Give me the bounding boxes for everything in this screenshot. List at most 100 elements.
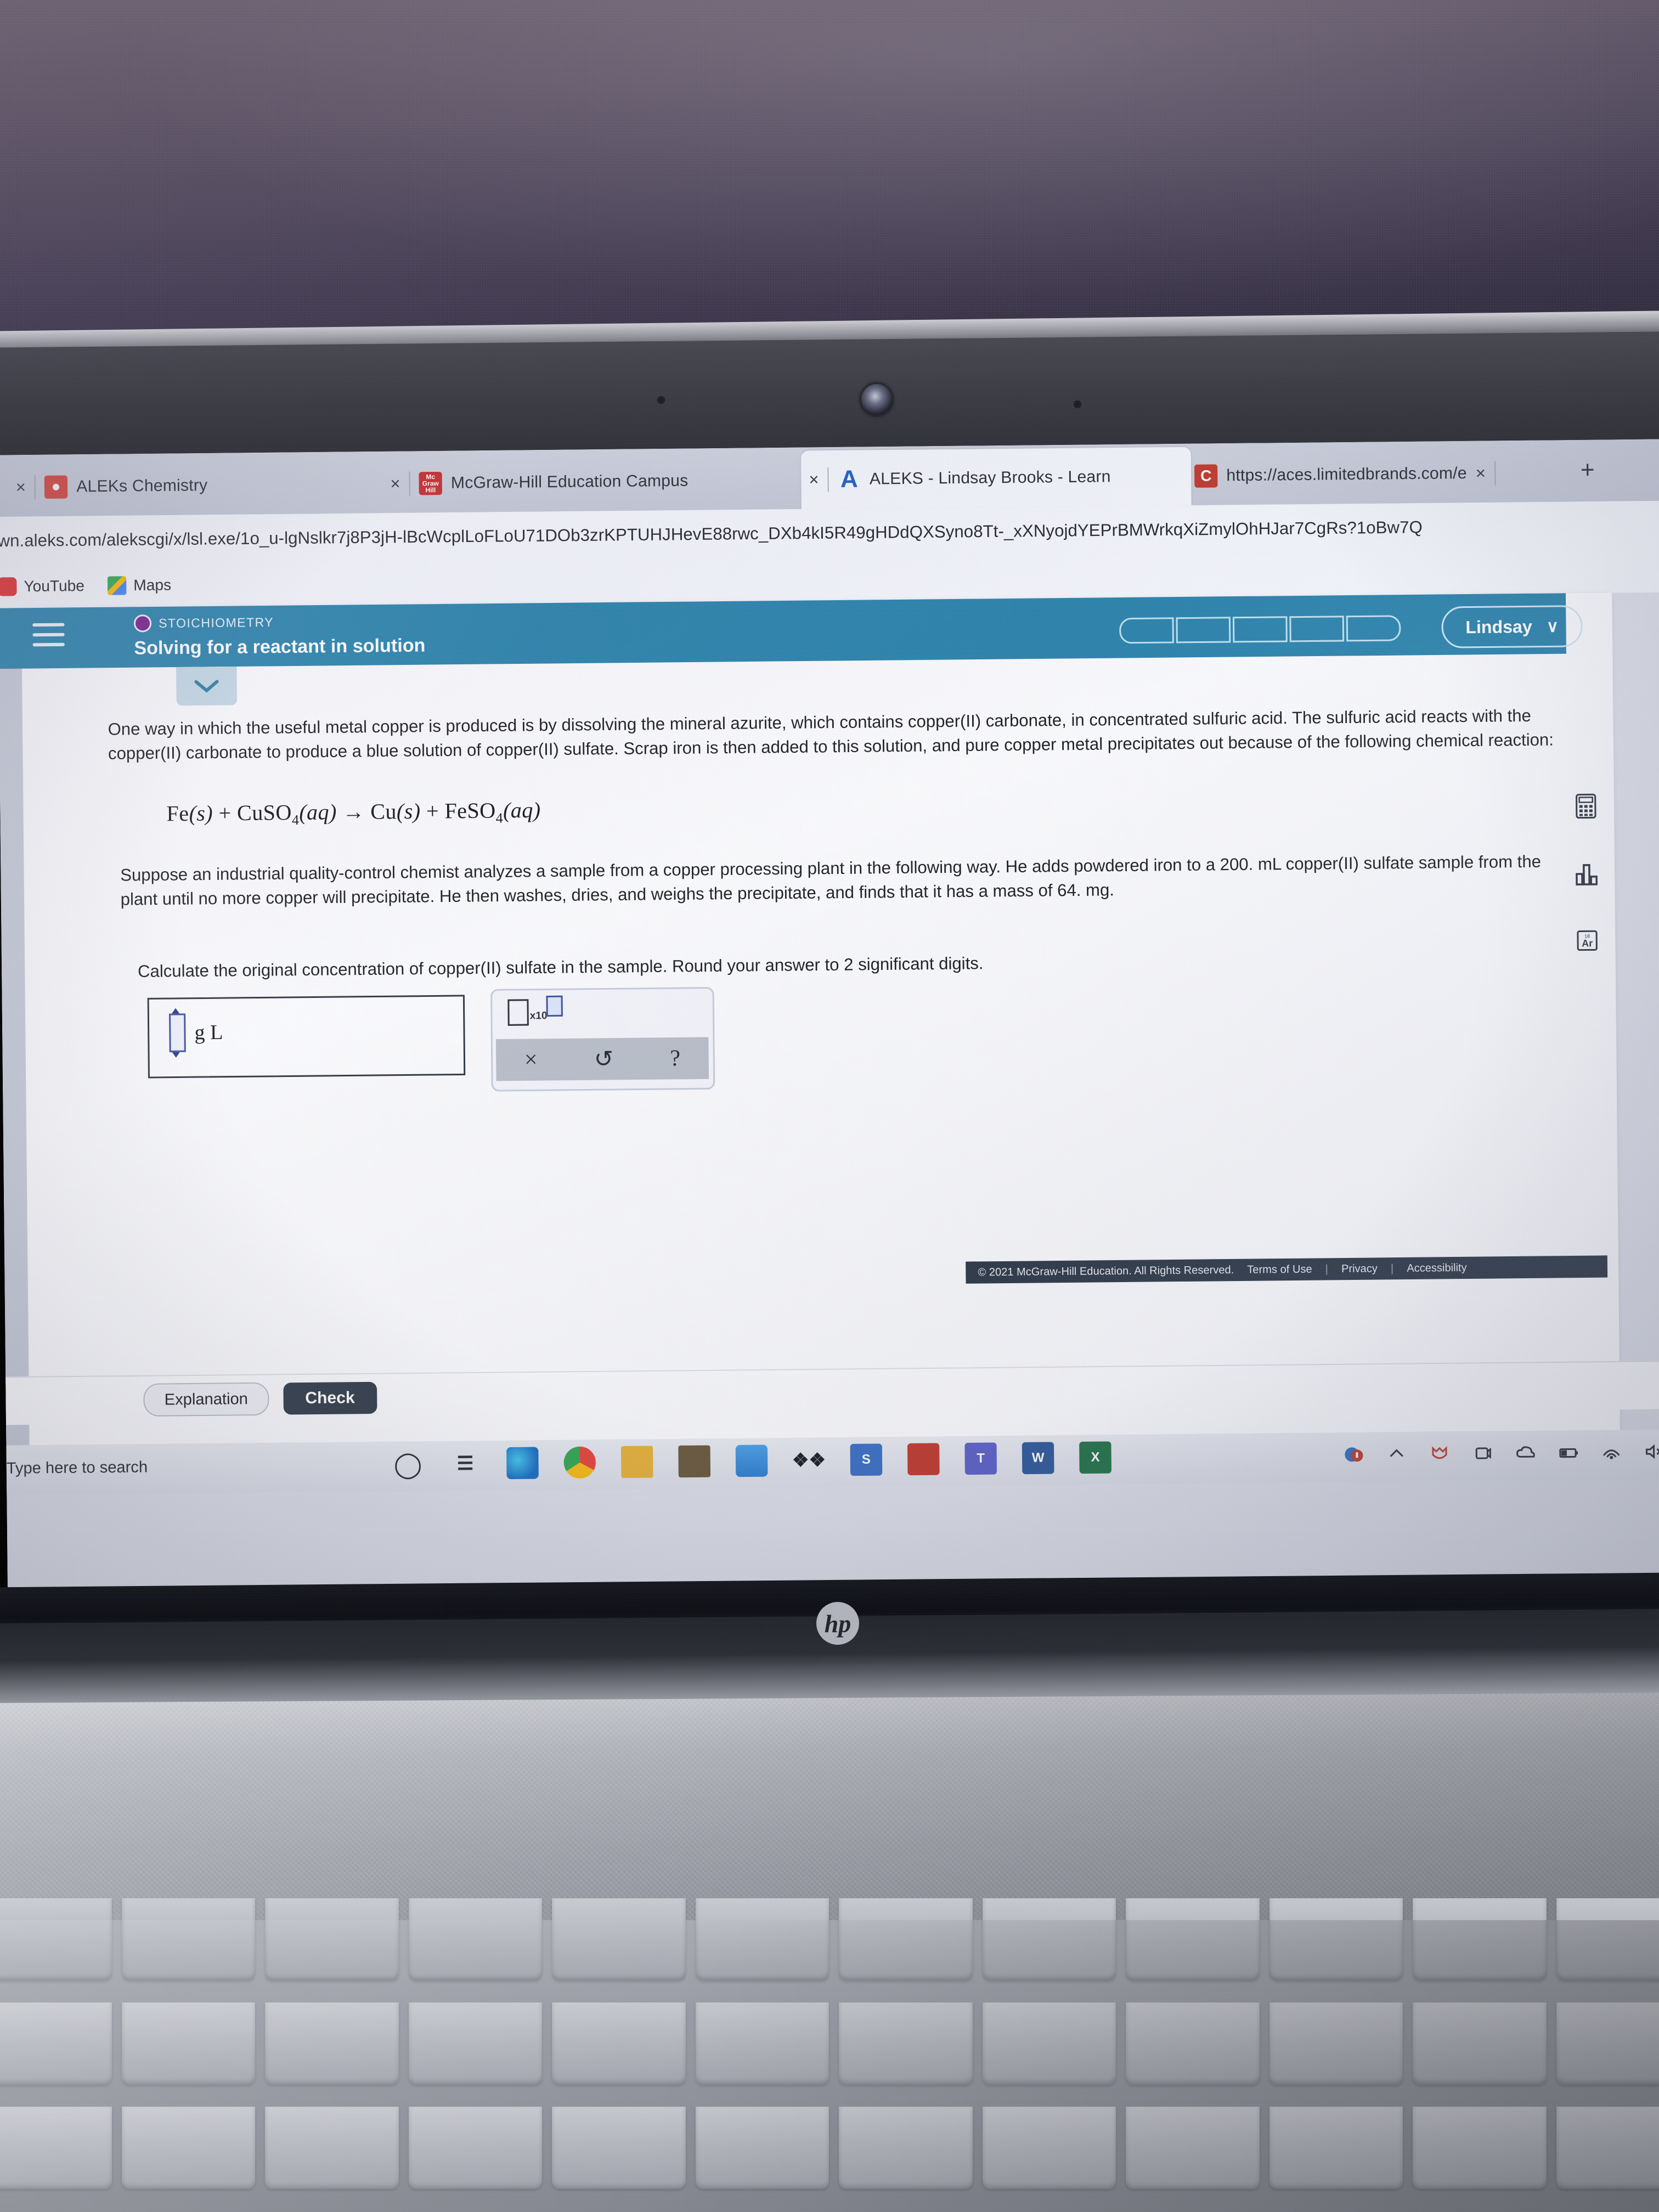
unit-denominator: L [210, 1020, 223, 1045]
tab-close-icon[interactable]: × [390, 474, 400, 494]
keyboard-shading [0, 1920, 1659, 2212]
check-button[interactable]: Check [283, 1381, 377, 1415]
progress-segment [1346, 615, 1401, 642]
answer-value-field[interactable] [169, 1013, 186, 1052]
teams-icon[interactable]: T [964, 1442, 997, 1475]
bookmark-label: YouTube [24, 577, 85, 595]
firefox-shield-icon[interactable] [1427, 1441, 1452, 1466]
tab-close-icon[interactable]: × [16, 477, 26, 497]
battery-icon[interactable] [1556, 1440, 1581, 1465]
tab-separator [827, 467, 829, 492]
volume-muted-icon[interactable] [1642, 1440, 1659, 1464]
svg-text:Ar: Ar [1582, 938, 1593, 949]
page-title: Solving for a reactant in solution [134, 635, 426, 659]
browser-tab-4[interactable]: C https://aces.limitedbrands.com/e × [1187, 443, 1594, 506]
tab-close-icon[interactable]: × [1476, 464, 1486, 483]
footer-separator: | [1390, 1262, 1394, 1274]
aleks-a-icon: A [840, 465, 859, 493]
excel-icon[interactable]: X [1079, 1441, 1111, 1474]
maps-icon [107, 576, 127, 595]
mantissa-placeholder-box[interactable] [507, 999, 529, 1026]
chevron-down-icon [194, 680, 219, 693]
privacy-link[interactable]: Privacy [1341, 1262, 1378, 1276]
mail-icon[interactable] [735, 1444, 768, 1477]
adobe-reader-icon[interactable] [907, 1443, 940, 1476]
bar-chart-icon[interactable] [1572, 859, 1602, 889]
mcgraw-hill-icon: Mc Graw Hill [419, 471, 443, 495]
bookmark-maps[interactable]: Maps [107, 575, 172, 595]
laptop-keyboard [0, 1898, 1659, 2212]
user-name-label: Lindsay [1465, 616, 1532, 637]
tab-separator [34, 475, 36, 500]
url-text[interactable]: wn.aleks.com/alekscgi/x/lsl.exe/1o_u-lgN… [0, 517, 1423, 551]
aleks-page: STOICHIOMETRY Solving for a reactant in … [0, 592, 1659, 1446]
accessibility-link[interactable]: Accessibility [1407, 1261, 1467, 1274]
exponent-placeholder-box[interactable] [546, 995, 563, 1017]
file-explorer-icon[interactable] [620, 1446, 653, 1479]
progress-segment [1232, 616, 1288, 643]
browser-tab-3-active[interactable]: × A ALEKS - Lindsay Brooks - Learn [800, 447, 1192, 509]
taskbar-app-icons: ◯ ☰ ❖❖ S T W X [392, 1441, 1111, 1480]
edge-icon[interactable] [506, 1447, 539, 1480]
browser-tab-2[interactable]: × Mc Graw Hill McGraw-Hill Education Campu… [382, 450, 806, 513]
cortana-icon[interactable]: ◯ [392, 1448, 424, 1480]
answer-with-units: g L [169, 1013, 223, 1052]
problem-paragraph-2: Suppose an industrial quality-control ch… [120, 851, 1542, 909]
clear-button[interactable]: × [524, 1046, 538, 1073]
system-tray [1341, 1440, 1659, 1467]
undo-button[interactable]: ↺ [594, 1045, 614, 1073]
dropbox-icon[interactable]: ❖❖ [792, 1444, 826, 1476]
cloud-icon[interactable] [1513, 1441, 1538, 1465]
store-icon[interactable] [678, 1445, 711, 1478]
action-button-bar: Explanation Check [5, 1360, 1659, 1425]
taskbar-search-input[interactable]: Type here to search [7, 1458, 148, 1478]
bookmark-youtube[interactable]: YouTube [0, 577, 84, 596]
chevron-down-icon: ∨ [1546, 617, 1559, 636]
unit-fraction: g L [194, 1019, 223, 1045]
webcam-icon [861, 384, 892, 415]
onedrive-icon[interactable] [1470, 1441, 1495, 1466]
x10-label: x10 [529, 1010, 548, 1022]
aleks-icon [44, 475, 68, 499]
notification-badge-icon[interactable] [1341, 1442, 1366, 1467]
explanation-button[interactable]: Explanation [143, 1382, 269, 1417]
hp-logo: hp [816, 1602, 859, 1645]
palette-actions-row: × ↺ ? [495, 1037, 709, 1081]
tab-title: ALEKs Chemistry [76, 476, 208, 496]
task-view-icon[interactable]: ☰ [449, 1447, 482, 1480]
user-menu-button[interactable]: Lindsay ∨ [1441, 605, 1583, 648]
skype-icon[interactable]: S [850, 1443, 883, 1476]
progress-segment [1176, 617, 1231, 644]
room-wall-background [0, 0, 1659, 351]
unit-numerator: g [194, 1021, 205, 1045]
footer-separator: | [1325, 1262, 1329, 1275]
svg-text:18: 18 [1584, 933, 1590, 939]
microphone-left-icon [657, 396, 665, 404]
periodic-table-icon[interactable]: Ar 18 [1572, 926, 1602, 956]
collapse-toggle-button[interactable] [176, 666, 238, 706]
wall-texture [0, 0, 1659, 351]
word-icon[interactable]: W [1022, 1442, 1054, 1475]
topic-dot-icon [133, 614, 152, 633]
problem-paragraph-3: Calculate the original concentration of … [137, 953, 984, 981]
terms-link[interactable]: Terms of Use [1247, 1263, 1312, 1276]
answer-input-box[interactable]: g L [147, 995, 466, 1079]
chrome-icon[interactable] [563, 1446, 596, 1479]
browser-tab-1[interactable]: × ALEKs Chemistry [8, 455, 376, 517]
tab-separator [1494, 461, 1496, 486]
progress-bar [1119, 615, 1401, 644]
right-tool-rail: Ar 18 [1571, 791, 1602, 956]
aces-icon: C [1194, 464, 1218, 488]
laptop-screen: × ALEKs Chemistry × Mc Graw Hill McGraw-Hi… [0, 439, 1659, 1601]
scientific-notation-button[interactable]: x10 [507, 995, 563, 1026]
new-tab-button[interactable]: + [1581, 456, 1595, 484]
bookmark-label: Maps [133, 576, 172, 594]
calculator-icon[interactable] [1571, 791, 1601, 821]
progress-segment [1119, 617, 1174, 644]
wifi-icon[interactable] [1599, 1440, 1624, 1464]
menu-hamburger-icon[interactable] [32, 623, 65, 652]
help-button[interactable]: ? [670, 1045, 680, 1071]
tab-close-icon[interactable]: × [809, 470, 819, 489]
copyright-text: © 2021 McGraw-Hill Education. All Rights… [978, 1263, 1234, 1279]
show-hidden-icons-chevron[interactable] [1384, 1442, 1409, 1466]
